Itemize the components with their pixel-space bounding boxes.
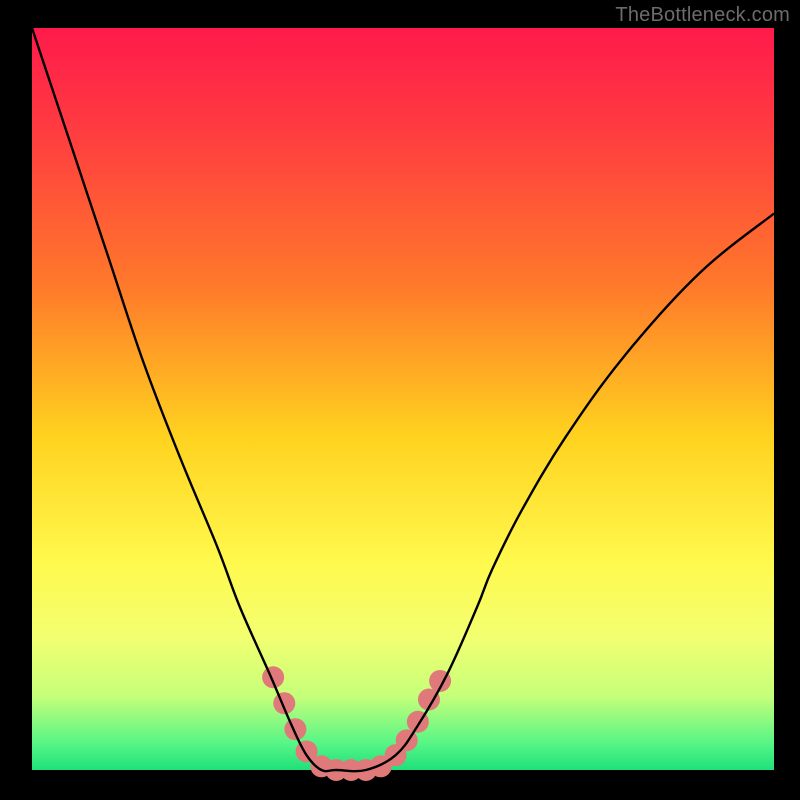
watermark-text: TheBottleneck.com — [615, 4, 790, 27]
highlight-dot — [284, 718, 306, 740]
bottleneck-chart — [0, 0, 800, 800]
plot-background — [32, 28, 774, 770]
chart-frame: TheBottleneck.com — [0, 0, 800, 800]
